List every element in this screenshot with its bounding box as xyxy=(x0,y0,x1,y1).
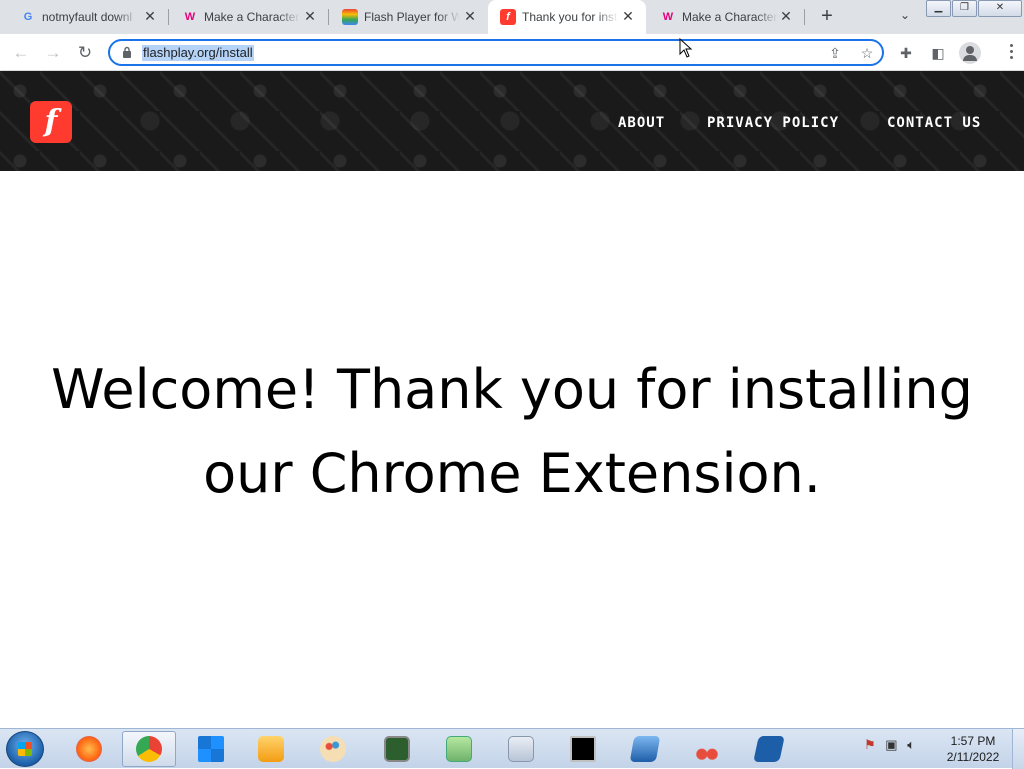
tab-separator xyxy=(328,9,329,25)
w-icon: W xyxy=(662,11,674,23)
window-controls: ▁ ❐ ✕ xyxy=(926,0,1024,18)
media-player-icon[interactable] xyxy=(244,731,298,767)
more-menu-icon[interactable] xyxy=(1008,44,1014,62)
browser-toolbar: ← → ↻ flashplay.org/install ⇪ ☆ ✚ ◧ xyxy=(0,34,1024,71)
chevron-down-icon[interactable]: ⌄ xyxy=(896,8,914,26)
nav-about-link[interactable]: ABOUT xyxy=(618,115,665,131)
calculator-icon[interactable] xyxy=(494,731,548,767)
close-tab-icon[interactable]: ✕ xyxy=(302,8,318,24)
tab-label: Thank you for insta xyxy=(522,10,618,24)
close-tab-icon[interactable]: ✕ xyxy=(620,8,636,24)
close-tab-icon[interactable]: ✕ xyxy=(462,8,478,24)
clock-date: 2/11/2022 xyxy=(946,750,1000,764)
url-text[interactable]: flashplay.org/install xyxy=(142,45,254,61)
mouse-cursor-icon xyxy=(679,38,693,58)
site-header: f ABOUT PRIVACY POLICY CONTACT US xyxy=(0,71,1024,171)
tab-make-a-character[interactable]: W Make a Character ✕ xyxy=(170,0,328,34)
forward-arrow-icon[interactable]: → xyxy=(42,42,64,64)
powershell-icon[interactable] xyxy=(742,731,796,767)
nav-privacy-policy-link[interactable]: PRIVACY POLICY xyxy=(707,115,839,131)
system-tray: ⚑ ▣ 🔈︎ xyxy=(864,737,915,753)
address-bar[interactable]: flashplay.org/install ⇪ ☆ xyxy=(108,39,884,66)
share-icon[interactable]: ⇪ xyxy=(826,44,844,62)
cmd-icon[interactable] xyxy=(556,731,610,767)
nav-contact-us-link[interactable]: CONTACT US xyxy=(887,115,981,131)
tab-notmyfault[interactable]: G notmyfault downl ✕ xyxy=(8,0,168,34)
tab-separator xyxy=(804,9,805,25)
system-clock[interactable]: 1:57 PM 2/11/2022 xyxy=(940,733,1006,765)
tab-thank-you[interactable]: f Thank you for insta ✕ xyxy=(488,0,646,34)
lock-icon xyxy=(123,46,131,58)
tab-separator xyxy=(168,9,169,25)
tab-make-a-character-2[interactable]: W Make a Character ✕ xyxy=(648,0,804,34)
w-icon: W xyxy=(184,11,196,23)
minimize-button[interactable]: ▁ xyxy=(926,0,951,17)
windows-taskbar: ⚑ ▣ 🔈︎ 1:57 PM 2/11/2022 xyxy=(0,728,1024,769)
close-tab-icon[interactable]: ✕ xyxy=(778,8,794,24)
snipping-tool-icon[interactable] xyxy=(680,731,734,767)
close-tab-icon[interactable]: ✕ xyxy=(142,8,158,24)
firefox-icon[interactable] xyxy=(62,731,116,767)
google-icon: G xyxy=(23,11,33,23)
profile-avatar-icon[interactable] xyxy=(959,42,981,64)
tab-label: notmyfault downl xyxy=(42,10,138,24)
show-desktop-button[interactable] xyxy=(1012,729,1024,769)
windows-icon[interactable] xyxy=(184,731,238,767)
tab-strip: G notmyfault downl ✕ W Make a Character … xyxy=(0,0,1024,34)
close-window-button[interactable]: ✕ xyxy=(978,0,1022,17)
paint-icon[interactable] xyxy=(306,731,360,767)
welcome-heading: Welcome! Thank you for installing our Ch… xyxy=(51,358,973,505)
new-tab-button[interactable]: + xyxy=(816,6,838,28)
flash-logo-icon[interactable]: f xyxy=(30,101,72,143)
flash-icon: f xyxy=(500,9,516,25)
restore-button[interactable]: ❐ xyxy=(952,0,977,17)
chrome-icon[interactable] xyxy=(122,731,176,767)
notepad-icon[interactable] xyxy=(432,731,486,767)
network-icon[interactable]: ▣ xyxy=(885,737,897,752)
reload-icon[interactable]: ↻ xyxy=(74,42,96,64)
task-manager-icon[interactable] xyxy=(370,731,424,767)
remote-desktop-icon[interactable] xyxy=(618,731,672,767)
start-button[interactable] xyxy=(6,731,44,767)
tab-label: Flash Player for W xyxy=(364,10,460,24)
back-arrow-icon[interactable]: ← xyxy=(10,42,32,64)
extensions-puzzle-icon[interactable]: ✚ xyxy=(895,42,917,64)
tab-flash-player[interactable]: Flash Player for W ✕ xyxy=(330,0,488,34)
tab-label: Make a Character xyxy=(682,10,778,24)
action-center-flag-icon[interactable]: ⚑ xyxy=(864,737,876,752)
star-icon[interactable]: ☆ xyxy=(858,44,876,62)
tab-label: Make a Character xyxy=(204,10,300,24)
volume-icon[interactable]: 🔈︎ xyxy=(907,737,915,752)
side-panel-icon[interactable]: ◧ xyxy=(927,42,949,64)
clock-time: 1:57 PM xyxy=(950,734,996,748)
rainbow-icon xyxy=(342,9,358,25)
